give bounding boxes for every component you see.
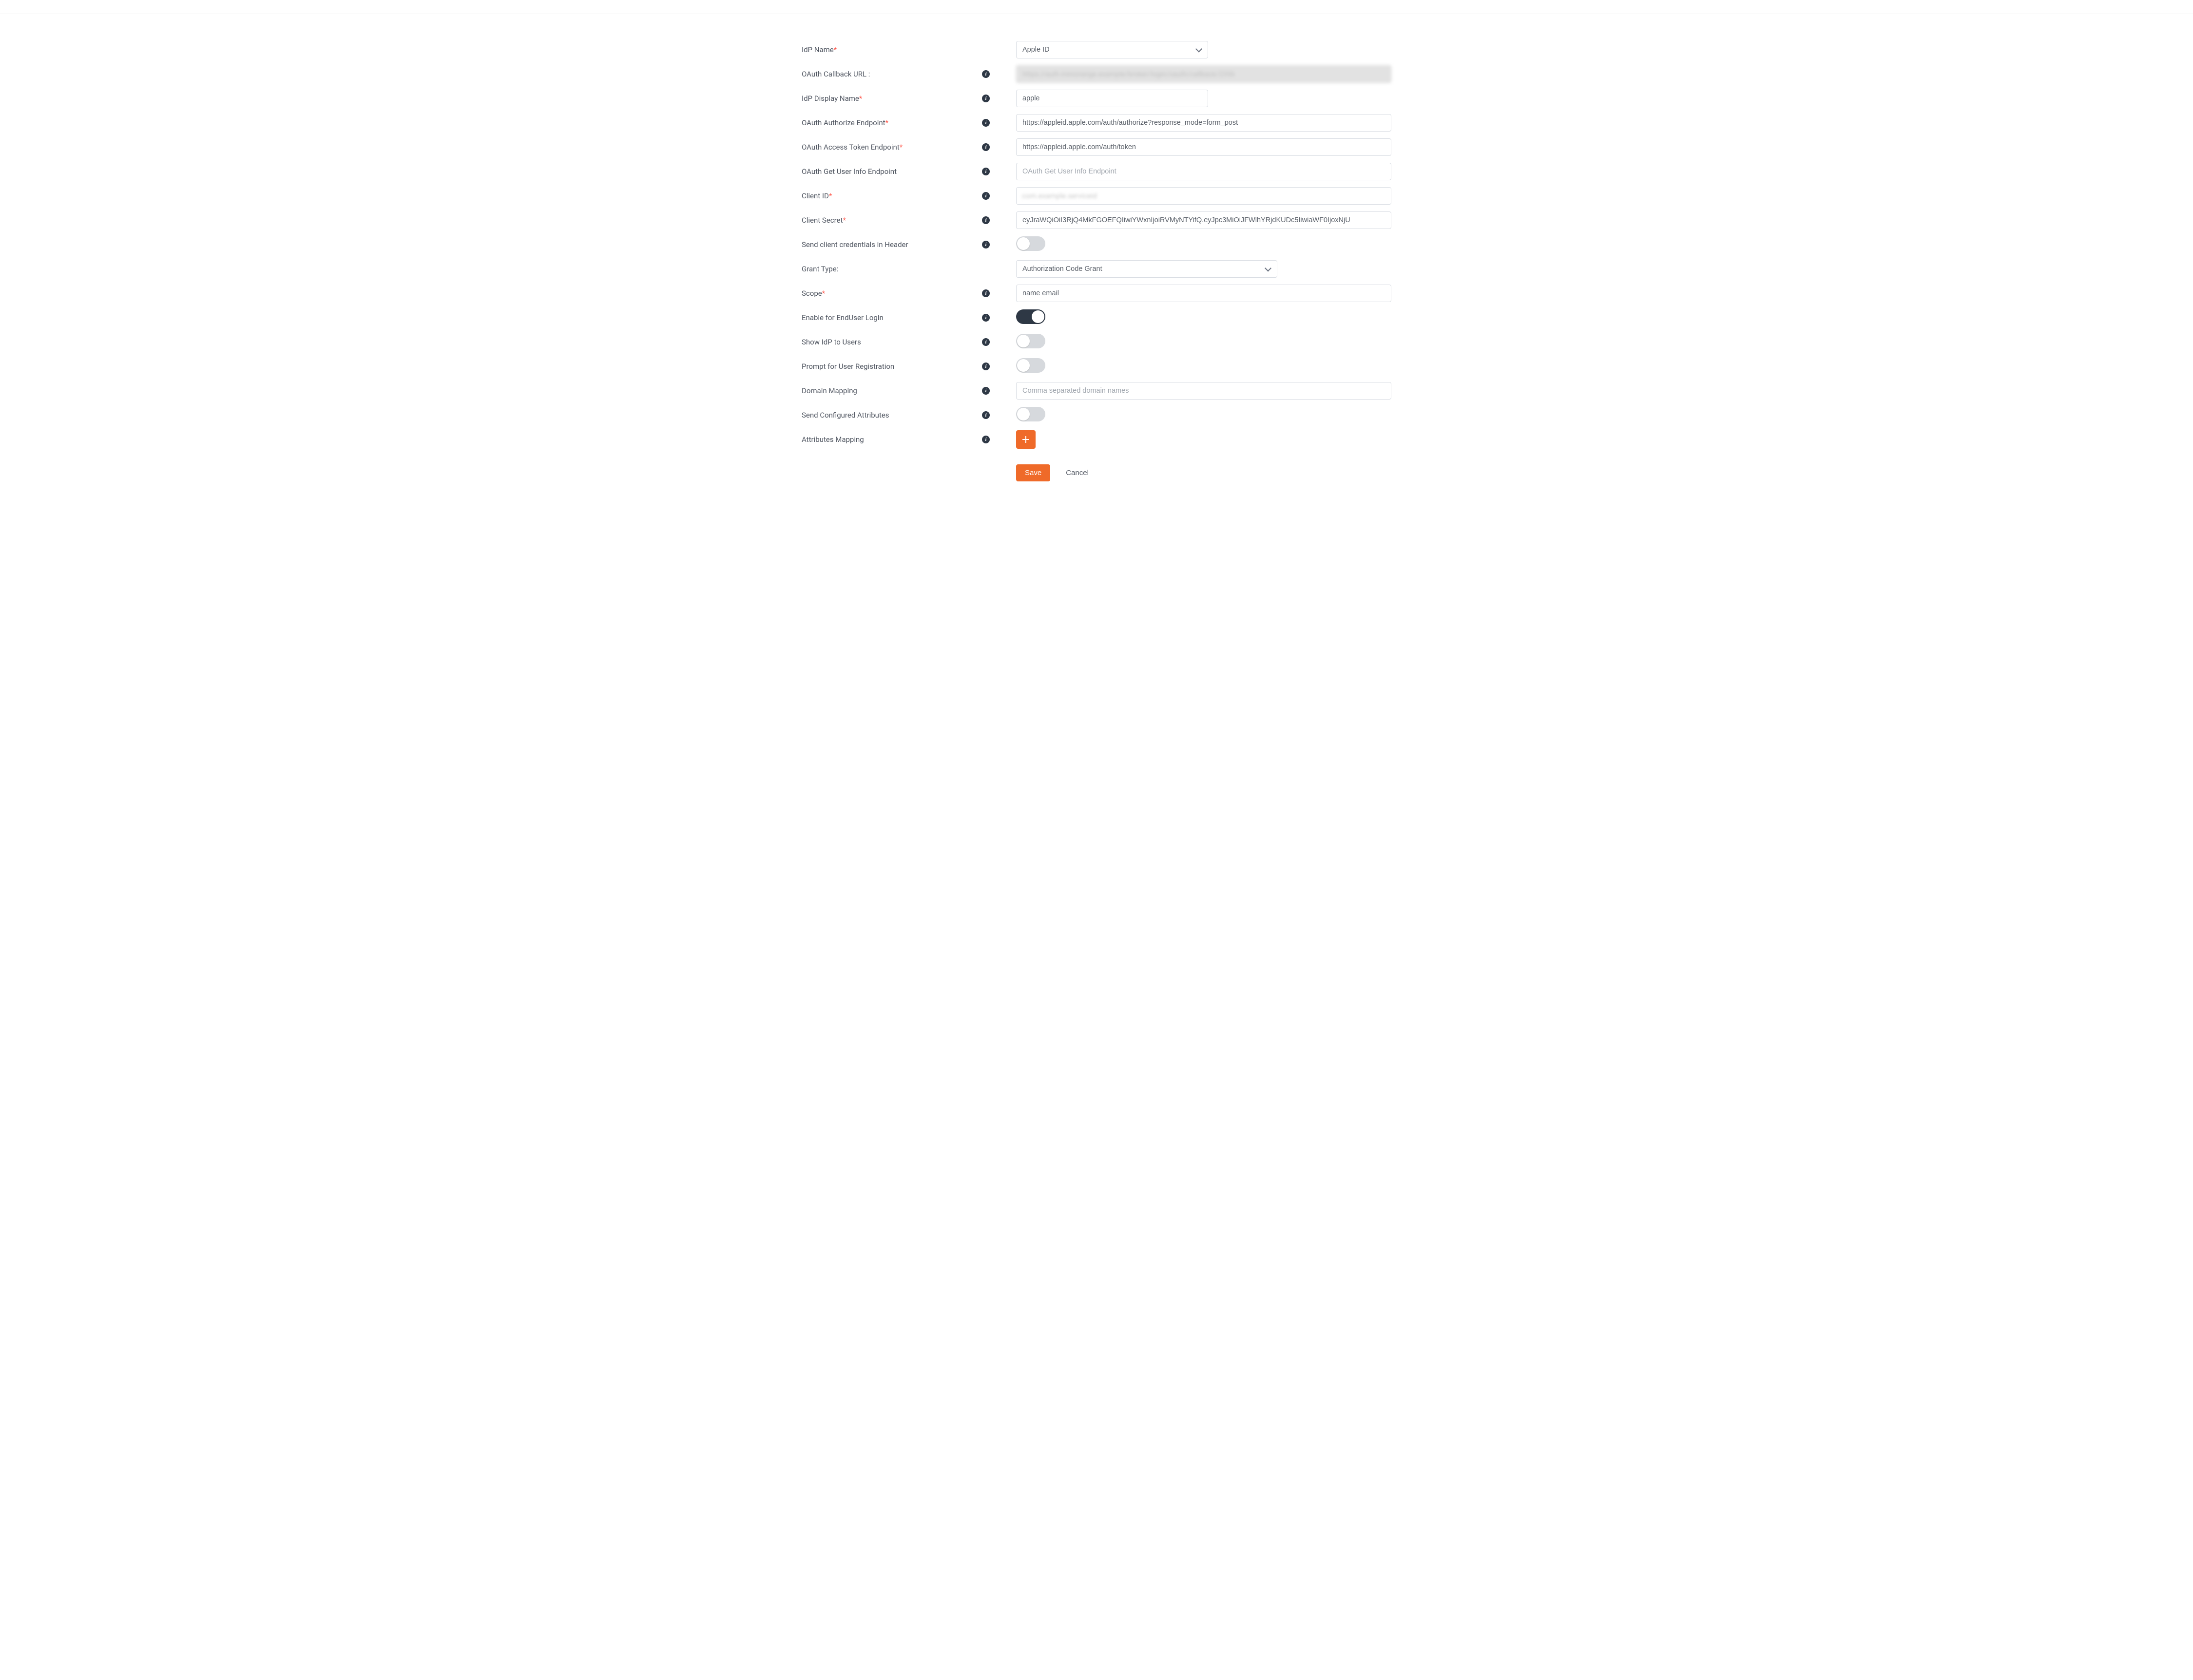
row-authorize-endpoint: OAuth Authorize Endpoint* i [802, 114, 1391, 132]
info-icon[interactable]: i [982, 363, 990, 370]
form-actions: Save Cancel [802, 464, 1391, 481]
display-name-input[interactable] [1016, 90, 1208, 107]
required-marker: * [900, 143, 903, 152]
row-grant-type: Grant Type: i Authorization Code Grant [802, 260, 1391, 278]
info-icon[interactable]: i [982, 119, 990, 127]
info-icon[interactable]: i [982, 387, 990, 395]
plus-icon [1022, 436, 1030, 443]
authorize-endpoint-input[interactable] [1016, 114, 1391, 132]
required-marker: * [859, 94, 862, 103]
label-authorize-endpoint: OAuth Authorize Endpoint* [802, 118, 982, 127]
label-domain-mapping: Domain Mapping [802, 386, 982, 395]
label-callback-url: OAuth Callback URL : [802, 70, 982, 78]
info-icon[interactable]: i [982, 95, 990, 102]
row-client-secret: Client Secret* i [802, 211, 1391, 229]
label-send-attrs: Send Configured Attributes [802, 411, 982, 420]
row-scope: Scope* i [802, 284, 1391, 303]
info-icon[interactable]: i [982, 411, 990, 419]
label-idp-name: IdP Name* [802, 45, 982, 54]
scope-input[interactable] [1016, 285, 1391, 302]
label-show-idp: Show IdP to Users [802, 338, 982, 346]
row-idp-name: IdP Name* i Apple ID [802, 40, 1391, 59]
label-creds-header: Send client credentials in Header [802, 240, 982, 249]
row-callback-url: OAuth Callback URL : i https://auth.mini… [802, 65, 1391, 83]
required-marker: * [843, 216, 846, 225]
show-idp-toggle[interactable] [1016, 334, 1045, 348]
row-show-idp: Show IdP to Users i [802, 333, 1391, 351]
prompt-reg-toggle[interactable] [1016, 358, 1045, 373]
grant-type-select[interactable]: Authorization Code Grant [1016, 260, 1277, 278]
label-client-id: Client ID* [802, 191, 982, 200]
label-enduser-login: Enable for EndUser Login [802, 313, 982, 322]
label-grant-type: Grant Type: [802, 265, 982, 273]
save-button[interactable]: Save [1016, 464, 1050, 481]
info-icon[interactable]: i [982, 338, 990, 346]
info-icon[interactable]: i [982, 436, 990, 443]
row-display-name: IdP Display Name* i [802, 89, 1391, 108]
label-attrs-mapping: Attributes Mapping [802, 435, 982, 444]
row-send-attrs: Send Configured Attributes i [802, 406, 1391, 424]
token-endpoint-input[interactable] [1016, 138, 1391, 156]
required-marker: * [885, 118, 888, 127]
idp-config-form: IdP Name* i Apple ID OAuth Callback URL … [797, 14, 1396, 501]
idp-name-select[interactable]: Apple ID [1016, 41, 1208, 58]
row-prompt-reg: Prompt for User Registration i [802, 357, 1391, 376]
row-creds-header: Send client credentials in Header i [802, 235, 1391, 254]
info-icon[interactable]: i [982, 192, 990, 200]
enduser-login-toggle[interactable] [1016, 309, 1045, 324]
label-token-endpoint: OAuth Access Token Endpoint* [802, 143, 982, 152]
info-icon[interactable]: i [982, 241, 990, 248]
creds-header-toggle[interactable] [1016, 236, 1045, 251]
info-icon[interactable]: i [982, 168, 990, 175]
label-display-name: IdP Display Name* [802, 94, 982, 103]
label-userinfo-endpoint: OAuth Get User Info Endpoint [802, 167, 982, 176]
info-icon[interactable]: i [982, 314, 990, 322]
row-client-id: Client ID* i com.example.serviceid [802, 187, 1391, 205]
row-userinfo-endpoint: OAuth Get User Info Endpoint i [802, 162, 1391, 181]
row-domain-mapping: Domain Mapping i [802, 382, 1391, 400]
row-enduser-login: Enable for EndUser Login i [802, 308, 1391, 327]
required-marker: * [829, 191, 832, 200]
info-icon[interactable]: i [982, 289, 990, 297]
info-icon[interactable]: i [982, 70, 990, 78]
cancel-button[interactable]: Cancel [1064, 464, 1091, 481]
send-attrs-toggle[interactable] [1016, 407, 1045, 421]
label-scope: Scope* [802, 289, 982, 298]
label-client-secret: Client Secret* [802, 216, 982, 225]
client-id-input[interactable] [1016, 187, 1391, 205]
client-secret-input[interactable] [1016, 211, 1391, 229]
callback-url-readonly: https://auth.miniorange.example/broker/l… [1016, 65, 1391, 83]
required-marker: * [822, 289, 825, 298]
domain-mapping-input[interactable] [1016, 382, 1391, 400]
add-attribute-button[interactable] [1016, 430, 1036, 449]
userinfo-endpoint-input[interactable] [1016, 163, 1391, 180]
row-attrs-mapping: Attributes Mapping i [802, 430, 1391, 449]
info-icon[interactable]: i [982, 143, 990, 151]
label-prompt-reg: Prompt for User Registration [802, 362, 982, 371]
info-icon[interactable]: i [982, 216, 990, 224]
required-marker: * [834, 45, 837, 54]
row-token-endpoint: OAuth Access Token Endpoint* i [802, 138, 1391, 156]
